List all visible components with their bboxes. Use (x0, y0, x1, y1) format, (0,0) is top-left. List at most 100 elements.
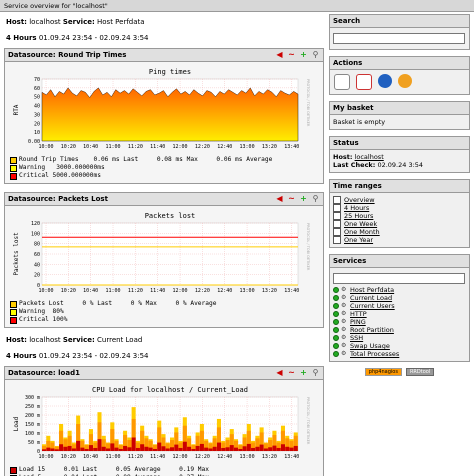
load-bar (263, 448, 268, 451)
load-bar (123, 445, 128, 451)
x-tick-label: 11:20 (128, 144, 143, 150)
zoom-icon[interactable]: ⚲ (311, 194, 320, 203)
load-bar (225, 447, 230, 451)
service-link[interactable]: Current Users (350, 302, 395, 310)
x-tick-label: 11:00 (105, 288, 120, 294)
time-range-item[interactable]: 25 Hours (333, 212, 466, 220)
load-bar (216, 442, 221, 451)
x-tick-label: 10:00 (38, 288, 53, 294)
ds-title-text: Datasource: Round Trip Times (8, 51, 127, 59)
calendar-icon[interactable] (334, 74, 350, 90)
time-range-link[interactable]: One Week (344, 220, 377, 228)
service-item[interactable]: ⚙ SSH (333, 334, 466, 342)
service-item[interactable]: ⚙ Total Processes (333, 350, 466, 358)
service-link[interactable]: Root Partition (350, 326, 394, 334)
period-label: 4 Hours (6, 34, 37, 42)
x-tick-label: 12:00 (173, 288, 188, 294)
x-tick-label: 12:40 (217, 454, 232, 460)
service-item[interactable]: ⚙ Host Perfdata (333, 286, 466, 294)
pl-legend: Packets Lost 0 % Last 0 % Max 0 % Averag… (10, 300, 320, 324)
help-icon[interactable] (398, 74, 412, 88)
basket-box: My basket Basket is empty (329, 101, 470, 130)
x-tick-label: 10:40 (83, 288, 98, 294)
service-item[interactable]: ⚙ PING (333, 318, 466, 326)
service-link[interactable]: Swap Usage (350, 342, 390, 350)
zoom-icon[interactable]: ⚲ (311, 50, 320, 59)
service-link[interactable]: SSH (350, 334, 363, 342)
speaker-icon[interactable]: ◀ (275, 50, 284, 59)
status-host-link[interactable]: localhost (355, 153, 384, 161)
time-range-link[interactable]: One Month (344, 228, 380, 236)
services-box: Services ⚙ Host Perfdata ⚙ Current Load ⚙ Cur… (329, 254, 470, 362)
time-range-item[interactable]: One Week (333, 220, 466, 228)
search-input[interactable] (333, 33, 465, 44)
calendar-icon (333, 196, 341, 204)
calendar-icon (333, 236, 341, 244)
y-tick-label: 20 (34, 121, 40, 127)
load-bar (80, 447, 85, 451)
time-ranges-list: Overview 4 Hours 25 Hours One Week One Month… (330, 193, 469, 247)
time-ranges-box: Time ranges Overview 4 Hours 25 Hours One W… (329, 179, 470, 248)
service-item[interactable]: ⚙ Current Load (333, 294, 466, 302)
service-item[interactable]: ⚙ HTTP (333, 310, 466, 318)
info-icon[interactable] (378, 74, 392, 88)
legend-swatch (10, 317, 17, 324)
time-range-link[interactable]: 4 Hours (344, 204, 369, 212)
service-link[interactable]: PING (350, 318, 366, 326)
add-icon[interactable]: + (299, 368, 308, 377)
time-range-item[interactable]: One Month (333, 228, 466, 236)
add-icon[interactable]: + (299, 194, 308, 203)
service-link[interactable]: Current Load (350, 294, 392, 302)
time-range-link[interactable]: 25 Hours (344, 212, 373, 220)
service-item[interactable]: ⚙ Swap Usage (333, 342, 466, 350)
pdf-icon[interactable] (356, 74, 372, 90)
load-legend: Load 15 0.01 Last 0.05 Average 0.19 MaxL… (10, 466, 320, 476)
status-ok-icon (333, 319, 339, 325)
basket-title: My basket (330, 102, 469, 115)
load-graph[interactable]: CPU Load for localhost / Current_Load Loa… (10, 383, 312, 463)
service-link[interactable]: HTTP (350, 310, 367, 318)
rrdtool-badge[interactable]: RRDtool (405, 368, 435, 376)
service-link[interactable]: Host Perfdata (350, 286, 394, 294)
time-range-link[interactable]: Overview (344, 196, 375, 204)
graph-icon[interactable]: ~ (287, 368, 296, 377)
load-bar (148, 447, 153, 451)
x-tick-label: 12:00 (173, 454, 188, 460)
packets-lost-graph[interactable]: Packets lost Packets lost PROTOCOL / TOBI … (10, 209, 312, 297)
time-range-item[interactable]: One Year (333, 236, 466, 244)
y-tick-label: 200 m (25, 413, 40, 419)
load-bar (199, 443, 204, 451)
status-ok-icon (333, 311, 339, 317)
gear-icon: ⚙ (341, 342, 347, 349)
load-bar (204, 447, 209, 451)
side-credit: PROTOCOL / TOBI OETIKER (306, 223, 310, 271)
speaker-icon[interactable]: ◀ (275, 368, 284, 377)
rta-graph[interactable]: Ping timesRTA PROTOCOL / TOBI OETIKER0.00… (10, 65, 312, 153)
search-title: Search (330, 15, 469, 28)
gear-icon: ⚙ (341, 302, 347, 309)
speaker-icon[interactable]: ◀ (275, 194, 284, 203)
php4nagios-badge[interactable]: php4nagios (364, 368, 402, 376)
y-tick-label: 60 (34, 86, 40, 92)
x-tick-label: 12:20 (195, 144, 210, 150)
graph-icon[interactable]: ~ (287, 50, 296, 59)
host-label: Host: (6, 336, 27, 344)
time-range-link[interactable]: One Year (344, 236, 373, 244)
y-tick-label: 250 m (25, 404, 40, 410)
y-tick-label: 100 m (25, 431, 40, 437)
load-bar (272, 445, 277, 451)
datasource-load1: Datasource: load1 ◀ ~ + ⚲ CPU Load for l… (4, 366, 324, 476)
service-link[interactable]: Total Processes (350, 350, 399, 358)
zoom-icon[interactable]: ⚲ (311, 368, 320, 377)
time-range-item[interactable]: Overview (333, 196, 466, 204)
add-icon[interactable]: + (299, 50, 308, 59)
services-filter-input[interactable] (333, 273, 465, 284)
service-item[interactable]: ⚙ Current Users (333, 302, 466, 310)
load-bar (259, 444, 264, 451)
time-range-item[interactable]: 4 Hours (333, 204, 466, 212)
service-item[interactable]: ⚙ Root Partition (333, 326, 466, 334)
load-bar (54, 449, 59, 451)
legend-text: Packets Lost 0 % Last 0 % Max 0 % Averag… (19, 300, 217, 307)
gear-icon: ⚙ (341, 350, 347, 357)
graph-icon[interactable]: ~ (287, 194, 296, 203)
